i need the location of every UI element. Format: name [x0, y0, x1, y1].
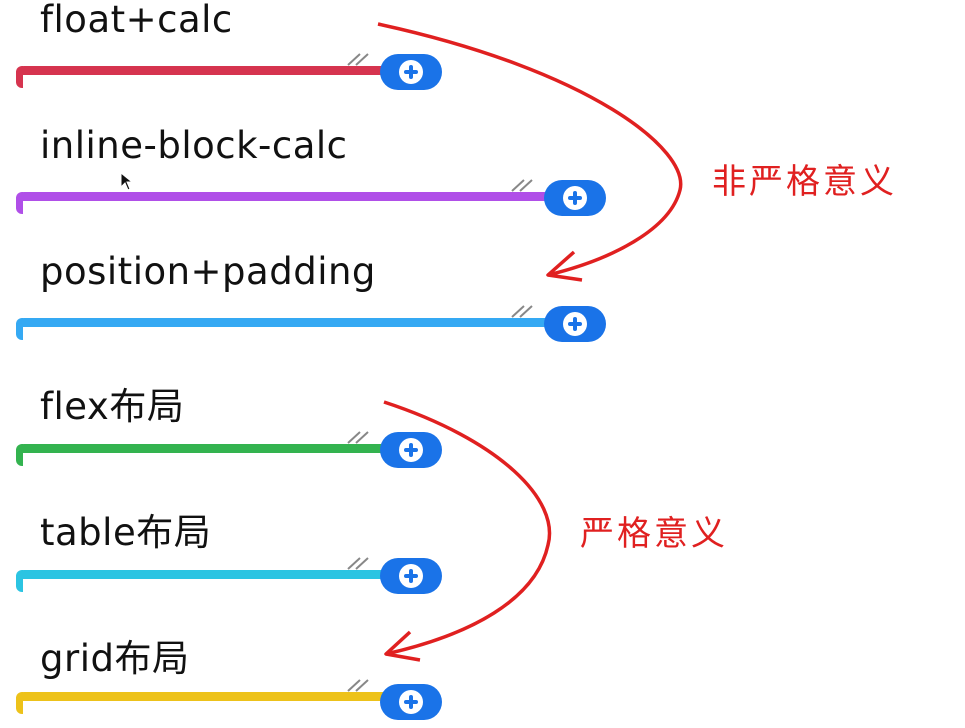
strict-arrow: [383, 400, 552, 656]
non-strict-label: 非严格意义: [712, 162, 897, 202]
annotation-arrows: [377, 22, 683, 662]
non-strict-arrow: [377, 22, 683, 277]
strict-label: 严格意义: [580, 514, 728, 554]
mouse-cursor-icon: [120, 172, 134, 191]
